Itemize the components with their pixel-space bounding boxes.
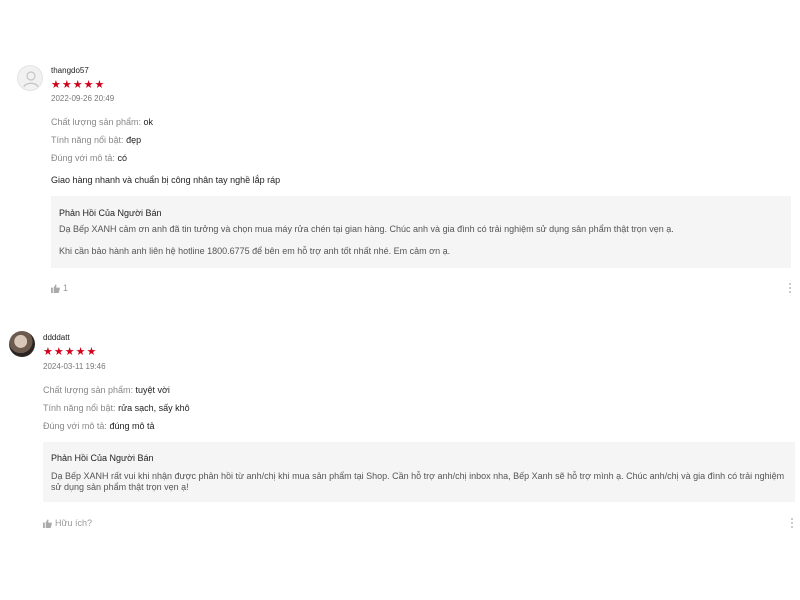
thumbs-up-icon — [51, 283, 60, 293]
rating-stars: ★★★★★ — [51, 79, 106, 91]
avatar[interactable] — [17, 65, 43, 91]
review-comment: Giao hàng nhanh và chuẩn bị công nhân ta… — [51, 175, 281, 185]
attribute-feature: Tính năng nổi bật: đẹp — [51, 134, 141, 146]
attribute-quality: Chất lượng sản phẩm: tuyệt vời — [43, 384, 170, 396]
attribute-label: Tính năng nổi bật: — [51, 135, 124, 145]
attribute-value: tuyệt vời — [135, 385, 170, 395]
seller-reply-text: Dạ Bếp XANH rất vui khi nhận được phản h… — [51, 471, 785, 492]
attribute-feature: Tính năng nổi bật: rửa sạch, sấy khô — [43, 402, 190, 414]
like-button[interactable]: 1 — [51, 282, 68, 294]
review-username[interactable]: thangdo57 — [51, 66, 89, 76]
helpful-label: Hữu ích? — [55, 518, 93, 528]
attribute-value: đẹp — [126, 135, 142, 145]
seller-reply-text: Dạ Bếp XANH cảm ơn anh đã tin tưởng và c… — [59, 224, 674, 234]
attribute-label: Tính năng nổi bật: — [43, 403, 116, 413]
avatar[interactable] — [9, 331, 35, 357]
review-date: 2024-03-11 19:46 — [43, 362, 106, 371]
attribute-match-description: Đúng với mô tả: đúng mô tả — [43, 420, 154, 432]
attribute-value: có — [117, 153, 127, 163]
attribute-label: Đúng với mô tả: — [51, 153, 115, 163]
attribute-quality: Chất lượng sản phẩm: ok — [51, 116, 153, 128]
attribute-value: rửa sạch, sấy khô — [118, 403, 190, 413]
seller-reply-title: Phản Hồi Của Người Bán — [59, 208, 162, 218]
user-icon — [23, 71, 39, 88]
seller-reply: Phản Hồi Của Người Bán Dạ Bếp XANH rất v… — [43, 442, 795, 502]
rating-stars: ★★★★★ — [43, 346, 98, 358]
seller-reply: Phản Hồi Của Người Bán Dạ Bếp XANH cảm ơ… — [51, 196, 791, 268]
attribute-value: ok — [143, 117, 154, 127]
attribute-value: đúng mô tả — [109, 421, 155, 431]
attribute-match-description: Đúng với mô tả: có — [51, 152, 127, 164]
review-username[interactable]: ddddatt — [43, 333, 70, 343]
attribute-label: Chất lượng sản phẩm: — [51, 117, 141, 127]
more-vertical-icon[interactable] — [790, 517, 794, 529]
seller-reply-text: Khi cần bảo hành anh liên hệ hotline 180… — [59, 246, 451, 256]
helpful-button[interactable]: Hữu ích? — [43, 517, 92, 529]
like-count: 1 — [63, 283, 69, 293]
more-vertical-icon[interactable] — [788, 282, 792, 294]
attribute-label: Chất lượng sản phẩm: — [43, 385, 133, 395]
attribute-label: Đúng với mô tả: — [43, 421, 107, 431]
review-date: 2022-09-26 20:49 — [51, 94, 115, 103]
thumbs-up-icon — [43, 518, 52, 528]
seller-reply-title: Phản Hồi Của Người Bán — [51, 453, 154, 463]
